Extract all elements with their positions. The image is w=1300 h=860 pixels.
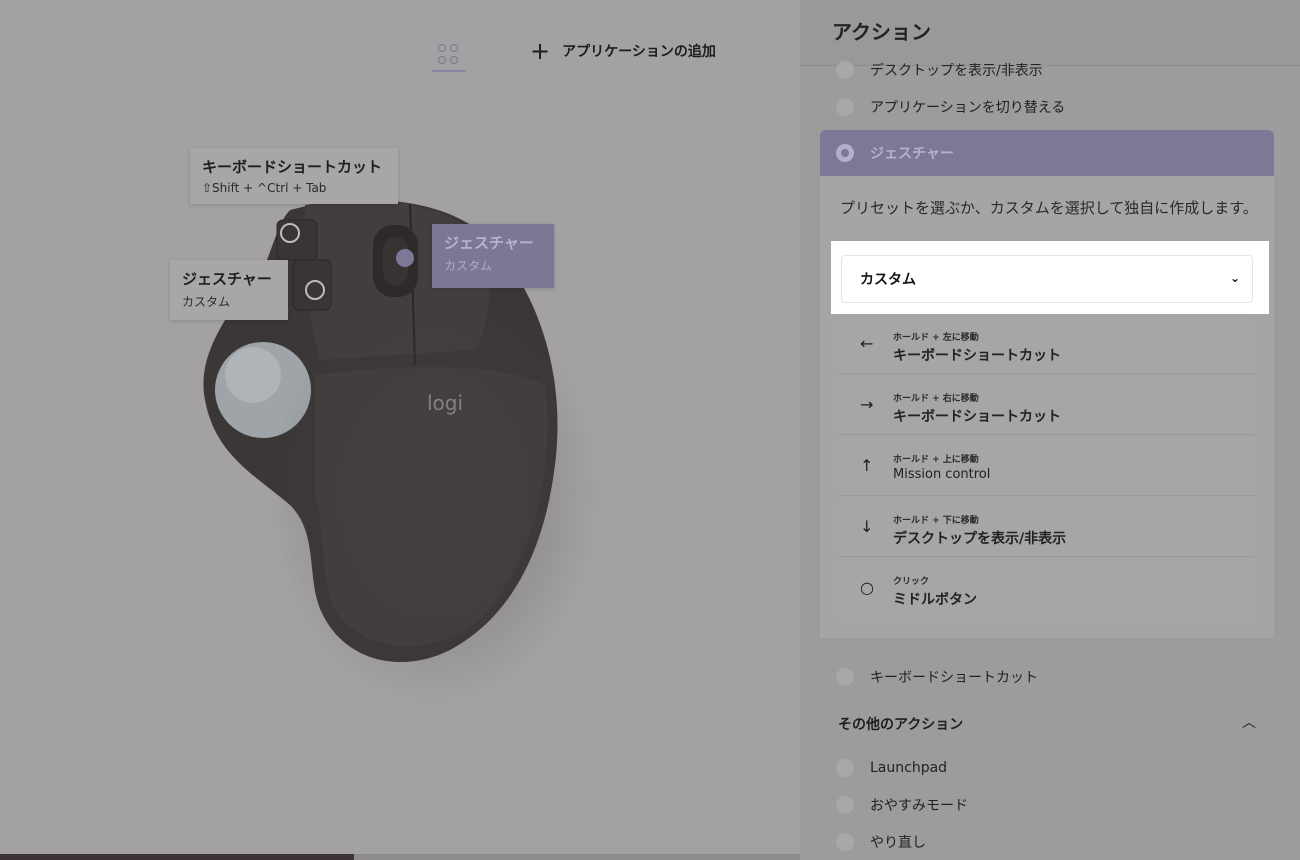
arrow-up-icon: ↑ (860, 456, 874, 475)
callout-subtitle: カスタム (444, 259, 493, 273)
gesture-preset-select[interactable]: カスタム ⌄ (841, 255, 1253, 303)
select-value: カスタム (860, 272, 916, 288)
plus-icon: + (530, 37, 551, 65)
gesture-row-click[interactable]: ○ クリック ミドルボタン (838, 560, 1254, 618)
arrow-right-icon: → (860, 395, 874, 414)
radio-icon (836, 796, 854, 814)
chevron-down-icon: ⌄ (1229, 271, 1240, 285)
gesture-hint: ホールド + 上に移動 (893, 455, 979, 465)
callout-subtitle: カスタム (182, 295, 231, 309)
gesture-direction-list: ← ホールド + 左に移動 キーボードショートカット → ホールド + 右に移動… (838, 316, 1254, 622)
arrow-down-icon: ↓ (860, 517, 874, 536)
arrow-left-icon: ← (860, 334, 874, 353)
gesture-action: デスクトップを表示/非表示 (893, 531, 1067, 547)
chevron-up-icon[interactable]: ︿ (1242, 712, 1256, 732)
option-label: キーボードショートカット (870, 670, 1038, 686)
gesture-description: プリセットを選ぶか、カスタムを選択して独自に作成します。 (840, 199, 1258, 217)
option-switch-app[interactable]: アプリケーションを切り替える (836, 97, 1065, 117)
callout-side-button-top[interactable]: キーボードショートカット ⇧Shift + ^Ctrl + Tab (190, 148, 398, 204)
gesture-row-left[interactable]: ← ホールド + 左に移動 キーボードショートカット (838, 316, 1254, 374)
option-label: Launchpad (870, 760, 948, 776)
top-bar: + アプリケーションの追加 (0, 0, 800, 90)
mouse-shadow (255, 265, 615, 725)
option-show-desktop[interactable]: デスクトップを表示/非表示 (836, 60, 1043, 80)
radio-icon (836, 98, 854, 116)
callout-title: ジェスチャー (444, 234, 534, 252)
scroll-thumb[interactable] (0, 854, 354, 860)
grid-circles-icon (450, 44, 458, 52)
grid-circles-icon (438, 44, 446, 52)
radio-icon (836, 759, 854, 777)
add-application-button[interactable]: + アプリケーションの追加 (530, 38, 716, 64)
gesture-label: ジェスチャー (870, 146, 954, 162)
gesture-row-right[interactable]: → ホールド + 右に移動 キーボードショートカット (838, 377, 1254, 435)
more-actions-title[interactable]: その他のアクション (838, 714, 963, 734)
callout-side-button-bottom[interactable]: ジェスチャー カスタム (170, 260, 288, 320)
actions-header: アクション (800, 0, 1300, 66)
option-label: アプリケーションを切り替える (870, 100, 1066, 116)
panel-title: アクション (832, 20, 931, 44)
bottom-scroll-bar[interactable] (0, 854, 800, 860)
option-label: デスクトップを表示/非表示 (870, 63, 1043, 79)
gesture-option-selected[interactable]: ジェスチャー (820, 130, 1274, 176)
radio-icon (836, 61, 854, 79)
applications-grid-button[interactable] (432, 36, 466, 72)
option-launchpad[interactable]: Launchpad (836, 759, 947, 777)
grid-circles-icon (450, 56, 458, 64)
grid-circles-icon (438, 56, 446, 64)
option-redo[interactable]: やり直し (836, 832, 926, 852)
gesture-hint: ホールド + 右に移動 (893, 394, 979, 404)
gesture-hint: ホールド + 左に移動 (893, 333, 979, 343)
option-label: おやすみモード (870, 798, 968, 814)
option-do-not-disturb[interactable]: おやすみモード (836, 795, 968, 815)
gesture-action: Mission control (893, 467, 991, 482)
gesture-row-down[interactable]: ↓ ホールド + 下に移動 デスクトップを表示/非表示 (838, 499, 1254, 557)
gesture-hint: クリック (893, 577, 930, 587)
device-area: + アプリケーションの追加 logi (0, 0, 800, 860)
radio-selected-icon (836, 144, 854, 162)
callout-title: ジェスチャー (182, 270, 272, 288)
callout-title: キーボードショートカット (202, 158, 383, 176)
radio-icon (836, 833, 854, 851)
callout-middle-button[interactable]: ジェスチャー カスタム (432, 224, 554, 288)
option-keyboard-shortcut[interactable]: キーボードショートカット (836, 667, 1038, 687)
gesture-action: ミドルボタン (893, 592, 977, 608)
option-label: やり直し (870, 835, 926, 851)
add-application-label: アプリケーションの追加 (562, 44, 716, 60)
gesture-action: キーボードショートカット (893, 348, 1061, 364)
gesture-hint: ホールド + 下に移動 (893, 516, 979, 526)
gesture-action: キーボードショートカット (893, 409, 1061, 425)
gesture-row-up[interactable]: ↑ ホールド + 上に移動 Mission control (838, 438, 1254, 496)
circle-click-icon: ○ (860, 578, 874, 597)
radio-icon (836, 668, 854, 686)
callout-subtitle: ⇧Shift + ^Ctrl + Tab (202, 181, 327, 195)
